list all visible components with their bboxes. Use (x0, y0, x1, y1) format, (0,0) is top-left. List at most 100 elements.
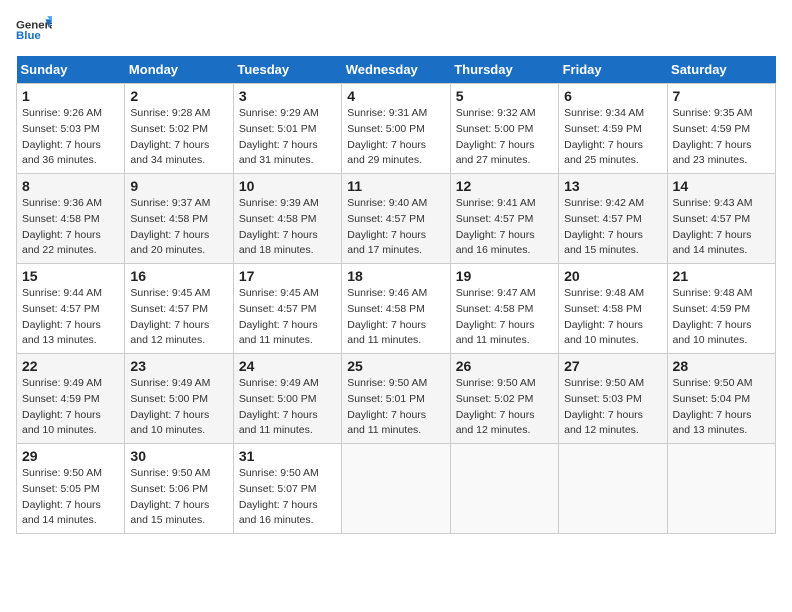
day-number: 23 (130, 358, 227, 374)
day-info: Sunrise: 9:28 AMSunset: 5:02 PMDaylight:… (130, 106, 227, 169)
day-number: 18 (347, 268, 444, 284)
day-number: 5 (456, 88, 553, 104)
calendar-cell: 26 Sunrise: 9:50 AMSunset: 5:02 PMDaylig… (450, 354, 558, 444)
svg-text:Blue: Blue (16, 30, 41, 42)
day-number: 13 (564, 178, 661, 194)
calendar-cell: 12 Sunrise: 9:41 AMSunset: 4:57 PMDaylig… (450, 174, 558, 264)
day-number: 2 (130, 88, 227, 104)
day-number: 11 (347, 178, 444, 194)
calendar-week-1: 1 Sunrise: 9:26 AMSunset: 5:03 PMDayligh… (17, 84, 776, 174)
calendar-cell (450, 444, 558, 534)
logo-icon: General Blue (16, 16, 52, 44)
calendar-cell: 22 Sunrise: 9:49 AMSunset: 4:59 PMDaylig… (17, 354, 125, 444)
calendar-cell: 9 Sunrise: 9:37 AMSunset: 4:58 PMDayligh… (125, 174, 233, 264)
day-info: Sunrise: 9:37 AMSunset: 4:58 PMDaylight:… (130, 196, 227, 259)
day-number: 25 (347, 358, 444, 374)
calendar-cell: 19 Sunrise: 9:47 AMSunset: 4:58 PMDaylig… (450, 264, 558, 354)
day-info: Sunrise: 9:50 AMSunset: 5:02 PMDaylight:… (456, 376, 553, 439)
day-info: Sunrise: 9:50 AMSunset: 5:03 PMDaylight:… (564, 376, 661, 439)
day-info: Sunrise: 9:39 AMSunset: 4:58 PMDaylight:… (239, 196, 336, 259)
day-number: 27 (564, 358, 661, 374)
calendar-week-5: 29 Sunrise: 9:50 AMSunset: 5:05 PMDaylig… (17, 444, 776, 534)
day-info: Sunrise: 9:50 AMSunset: 5:05 PMDaylight:… (22, 466, 119, 529)
day-number: 19 (456, 268, 553, 284)
day-info: Sunrise: 9:44 AMSunset: 4:57 PMDaylight:… (22, 286, 119, 349)
day-header-thursday: Thursday (450, 56, 558, 84)
calendar-header-row: SundayMondayTuesdayWednesdayThursdayFrid… (17, 56, 776, 84)
day-number: 6 (564, 88, 661, 104)
calendar-cell: 7 Sunrise: 9:35 AMSunset: 4:59 PMDayligh… (667, 84, 775, 174)
page-header: General Blue (16, 16, 776, 44)
day-number: 7 (673, 88, 770, 104)
calendar-cell (342, 444, 450, 534)
calendar-cell: 27 Sunrise: 9:50 AMSunset: 5:03 PMDaylig… (559, 354, 667, 444)
calendar-cell: 2 Sunrise: 9:28 AMSunset: 5:02 PMDayligh… (125, 84, 233, 174)
day-number: 14 (673, 178, 770, 194)
day-info: Sunrise: 9:41 AMSunset: 4:57 PMDaylight:… (456, 196, 553, 259)
calendar-cell: 15 Sunrise: 9:44 AMSunset: 4:57 PMDaylig… (17, 264, 125, 354)
day-number: 1 (22, 88, 119, 104)
calendar-cell: 28 Sunrise: 9:50 AMSunset: 5:04 PMDaylig… (667, 354, 775, 444)
day-info: Sunrise: 9:49 AMSunset: 5:00 PMDaylight:… (130, 376, 227, 439)
day-number: 26 (456, 358, 553, 374)
day-info: Sunrise: 9:50 AMSunset: 5:04 PMDaylight:… (673, 376, 770, 439)
calendar-cell (667, 444, 775, 534)
day-header-tuesday: Tuesday (233, 56, 341, 84)
day-info: Sunrise: 9:48 AMSunset: 4:58 PMDaylight:… (564, 286, 661, 349)
calendar-cell: 4 Sunrise: 9:31 AMSunset: 5:00 PMDayligh… (342, 84, 450, 174)
calendar-week-2: 8 Sunrise: 9:36 AMSunset: 4:58 PMDayligh… (17, 174, 776, 264)
calendar-week-4: 22 Sunrise: 9:49 AMSunset: 4:59 PMDaylig… (17, 354, 776, 444)
day-header-sunday: Sunday (17, 56, 125, 84)
day-info: Sunrise: 9:36 AMSunset: 4:58 PMDaylight:… (22, 196, 119, 259)
calendar-cell: 18 Sunrise: 9:46 AMSunset: 4:58 PMDaylig… (342, 264, 450, 354)
day-info: Sunrise: 9:50 AMSunset: 5:01 PMDaylight:… (347, 376, 444, 439)
day-info: Sunrise: 9:49 AMSunset: 5:00 PMDaylight:… (239, 376, 336, 439)
day-number: 28 (673, 358, 770, 374)
calendar-cell: 17 Sunrise: 9:45 AMSunset: 4:57 PMDaylig… (233, 264, 341, 354)
day-number: 3 (239, 88, 336, 104)
day-info: Sunrise: 9:35 AMSunset: 4:59 PMDaylight:… (673, 106, 770, 169)
logo: General Blue (16, 16, 52, 44)
calendar-cell: 31 Sunrise: 9:50 AMSunset: 5:07 PMDaylig… (233, 444, 341, 534)
day-header-monday: Monday (125, 56, 233, 84)
calendar-cell: 13 Sunrise: 9:42 AMSunset: 4:57 PMDaylig… (559, 174, 667, 264)
calendar-cell: 1 Sunrise: 9:26 AMSunset: 5:03 PMDayligh… (17, 84, 125, 174)
calendar-cell (559, 444, 667, 534)
day-number: 29 (22, 448, 119, 464)
day-number: 20 (564, 268, 661, 284)
day-header-friday: Friday (559, 56, 667, 84)
day-info: Sunrise: 9:26 AMSunset: 5:03 PMDaylight:… (22, 106, 119, 169)
calendar-cell: 20 Sunrise: 9:48 AMSunset: 4:58 PMDaylig… (559, 264, 667, 354)
calendar-cell: 14 Sunrise: 9:43 AMSunset: 4:57 PMDaylig… (667, 174, 775, 264)
calendar-table: SundayMondayTuesdayWednesdayThursdayFrid… (16, 56, 776, 534)
day-number: 16 (130, 268, 227, 284)
calendar-body: 1 Sunrise: 9:26 AMSunset: 5:03 PMDayligh… (17, 84, 776, 534)
day-number: 22 (22, 358, 119, 374)
calendar-cell: 24 Sunrise: 9:49 AMSunset: 5:00 PMDaylig… (233, 354, 341, 444)
calendar-cell: 8 Sunrise: 9:36 AMSunset: 4:58 PMDayligh… (17, 174, 125, 264)
day-number: 30 (130, 448, 227, 464)
day-info: Sunrise: 9:46 AMSunset: 4:58 PMDaylight:… (347, 286, 444, 349)
day-number: 8 (22, 178, 119, 194)
day-info: Sunrise: 9:47 AMSunset: 4:58 PMDaylight:… (456, 286, 553, 349)
day-info: Sunrise: 9:31 AMSunset: 5:00 PMDaylight:… (347, 106, 444, 169)
day-header-wednesday: Wednesday (342, 56, 450, 84)
day-number: 21 (673, 268, 770, 284)
day-number: 9 (130, 178, 227, 194)
day-number: 10 (239, 178, 336, 194)
day-info: Sunrise: 9:49 AMSunset: 4:59 PMDaylight:… (22, 376, 119, 439)
day-number: 24 (239, 358, 336, 374)
day-info: Sunrise: 9:40 AMSunset: 4:57 PMDaylight:… (347, 196, 444, 259)
calendar-cell: 11 Sunrise: 9:40 AMSunset: 4:57 PMDaylig… (342, 174, 450, 264)
calendar-cell: 3 Sunrise: 9:29 AMSunset: 5:01 PMDayligh… (233, 84, 341, 174)
day-info: Sunrise: 9:43 AMSunset: 4:57 PMDaylight:… (673, 196, 770, 259)
calendar-cell: 23 Sunrise: 9:49 AMSunset: 5:00 PMDaylig… (125, 354, 233, 444)
calendar-cell: 30 Sunrise: 9:50 AMSunset: 5:06 PMDaylig… (125, 444, 233, 534)
day-header-saturday: Saturday (667, 56, 775, 84)
day-info: Sunrise: 9:42 AMSunset: 4:57 PMDaylight:… (564, 196, 661, 259)
calendar-cell: 16 Sunrise: 9:45 AMSunset: 4:57 PMDaylig… (125, 264, 233, 354)
day-info: Sunrise: 9:34 AMSunset: 4:59 PMDaylight:… (564, 106, 661, 169)
day-number: 4 (347, 88, 444, 104)
day-info: Sunrise: 9:29 AMSunset: 5:01 PMDaylight:… (239, 106, 336, 169)
day-info: Sunrise: 9:45 AMSunset: 4:57 PMDaylight:… (130, 286, 227, 349)
